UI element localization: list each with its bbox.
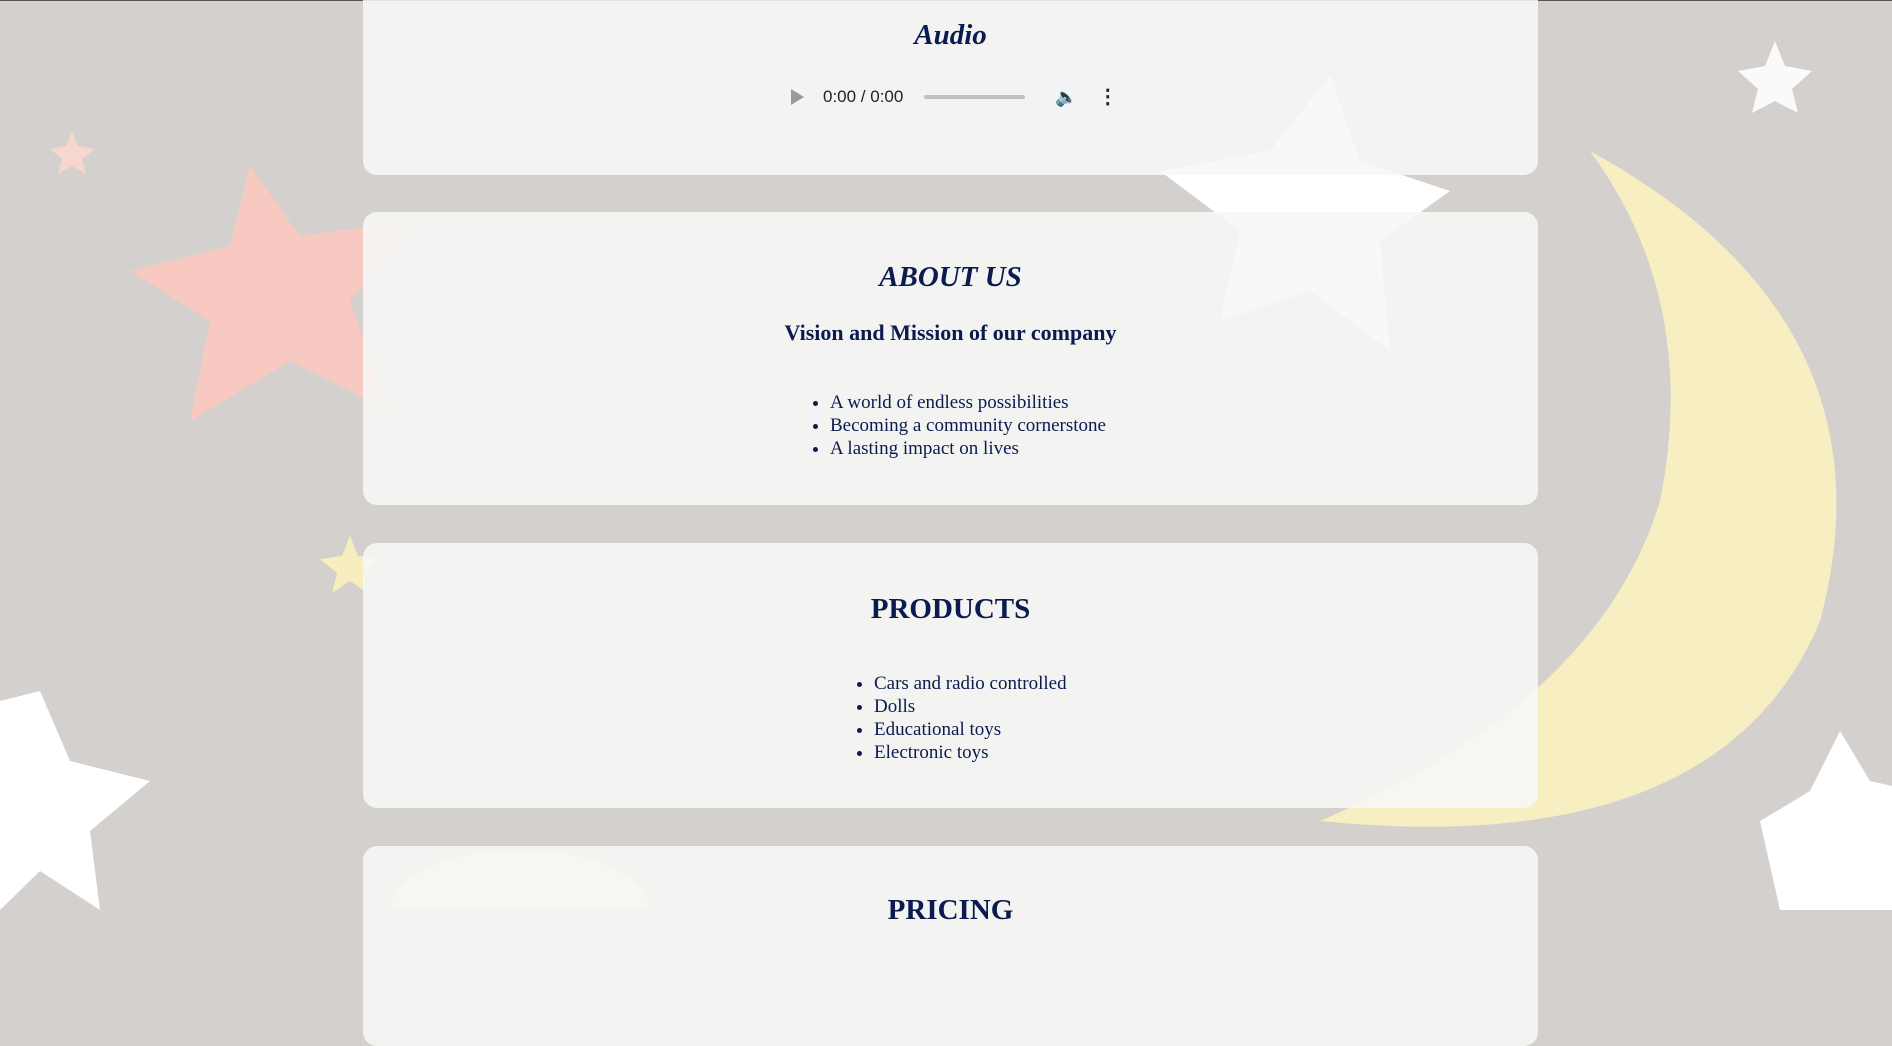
white-star-corner [0,691,150,910]
more-options-icon[interactable]: ⋮ [1098,87,1118,107]
list-item: Becoming a community cornerstone [830,414,1106,437]
pink-star-small [50,131,95,174]
audio-player[interactable]: 0:00 / 0:00 🔈 ⋮ [763,63,1137,131]
play-icon[interactable] [791,89,804,105]
products-title: PRODUCTS [870,593,1031,625]
pricing-section: PRICING [363,846,1538,1046]
volume-icon[interactable]: 🔈 [1055,87,1077,108]
pricing-title: PRICING [887,894,1014,926]
list-item: Educational toys [874,718,1067,741]
about-section: ABOUT US Vision and Mission of our compa… [363,212,1538,505]
about-list: A world of endless possibilities Becomin… [830,391,1106,460]
about-title: ABOUT US [879,261,1022,293]
audio-time: 0:00 / 0:00 [823,87,904,106]
list-item: A lasting impact on lives [830,437,1106,460]
audio-progress-slider[interactable] [924,95,1026,99]
products-list: Cars and radio controlled Dolls Educatio… [874,672,1067,764]
list-item: A world of endless possibilities [830,391,1106,414]
audio-section: Audio 0:00 / 0:00 🔈 ⋮ [363,0,1538,175]
white-star-corner-right [1760,731,1892,910]
list-item: Dolls [874,695,1067,718]
list-item: Cars and radio controlled [874,672,1067,695]
products-section: PRODUCTS Cars and radio controlled Dolls… [363,543,1538,808]
list-item: Electronic toys [874,741,1067,764]
audio-title: Audio [914,19,987,51]
white-star-small [1738,41,1812,113]
about-subtitle: Vision and Mission of our company [784,320,1117,345]
